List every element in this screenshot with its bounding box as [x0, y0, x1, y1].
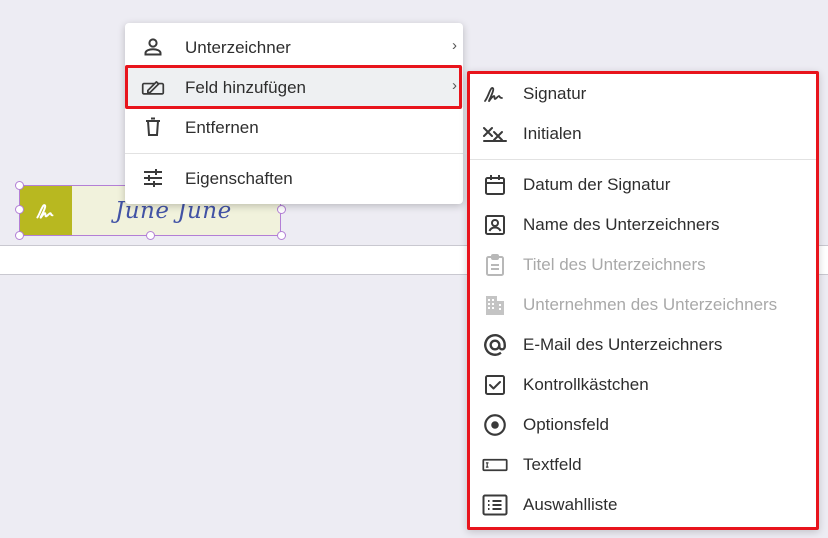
submenu-item-label: Textfeld [523, 455, 582, 474]
submenu-item-signer-name[interactable]: Name des Unterzeichners [470, 205, 816, 245]
submenu-item-label: Name des Unterzeichners [523, 215, 720, 234]
submenu-item-label: E-Mail des Unterzeichners [523, 335, 723, 354]
submenu-divider [470, 159, 816, 160]
sliders-icon [141, 166, 165, 190]
submenu-item-label: Datum der Signatur [523, 175, 671, 194]
submenu-item-label: Titel des Unterzeichners [523, 255, 706, 274]
submenu-item-textfield[interactable]: Textfeld [470, 445, 816, 485]
submenu-item-signer-title[interactable]: Titel des Unterzeichners [470, 245, 816, 285]
submenu-item-initials[interactable]: Initialen [470, 114, 816, 154]
submenu-item-signature[interactable]: Signatur [470, 74, 816, 114]
clipboard-icon [482, 253, 508, 277]
initials-icon [482, 122, 508, 146]
checkbox-icon [482, 373, 508, 397]
name-badge-icon [482, 213, 508, 237]
add-field-icon [141, 75, 165, 99]
calendar-icon [482, 173, 508, 197]
menu-item-label: Feld hinzufügen [185, 78, 306, 97]
menu-item-label: Eigenschaften [185, 169, 293, 188]
submenu-item-label: Auswahlliste [523, 495, 618, 514]
resize-handle-top-left[interactable] [15, 181, 24, 190]
menu-item-label: Entfernen [185, 118, 259, 137]
menu-item-remove[interactable]: Entfernen [125, 107, 463, 147]
menu-item-signer[interactable]: Unterzeichner › [125, 27, 463, 67]
submenu-item-signer-email[interactable]: E-Mail des Unterzeichners [470, 325, 816, 365]
submenu-item-label: Initialen [523, 124, 582, 143]
submenu-item-label: Signatur [523, 84, 587, 103]
building-icon [482, 293, 508, 317]
menu-item-add-field[interactable]: Feld hinzufügen › [125, 67, 463, 107]
resize-handle-bottom[interactable] [146, 231, 155, 240]
submenu-item-radio[interactable]: Optionsfeld [470, 405, 816, 445]
menu-item-label: Unterzeichner [185, 38, 291, 57]
submenu-item-dropdown-list[interactable]: Auswahlliste [470, 485, 816, 525]
resize-handle-left[interactable] [15, 205, 24, 214]
context-menu: Unterzeichner › Feld hinzufügen › Entfer… [125, 23, 463, 204]
signature-icon [482, 82, 508, 106]
resize-handle-bottom-left[interactable] [15, 231, 24, 240]
submenu-item-label: Kontrollkästchen [523, 375, 649, 394]
signature-badge [20, 186, 72, 235]
list-icon [482, 493, 508, 517]
submenu-item-label: Optionsfeld [523, 415, 609, 434]
radio-icon [482, 413, 508, 437]
submenu-item-signing-date[interactable]: Datum der Signatur [470, 165, 816, 205]
submenu-item-checkbox[interactable]: Kontrollkästchen [470, 365, 816, 405]
menu-divider [125, 153, 463, 154]
chevron-right-icon: › [452, 37, 457, 54]
resize-handle-right[interactable] [277, 205, 286, 214]
submenu-item-signer-company[interactable]: Unternehmen des Unterzeichners [470, 285, 816, 325]
menu-item-properties[interactable]: Eigenschaften [125, 158, 463, 198]
submenu-item-label: Unternehmen des Unterzeichners [523, 295, 778, 314]
trash-icon [141, 115, 165, 139]
chevron-right-icon: › [452, 77, 457, 94]
person-icon [141, 35, 165, 59]
resize-handle-bottom-right[interactable] [277, 231, 286, 240]
signature-icon [33, 198, 59, 224]
textfield-icon [482, 453, 508, 477]
add-field-submenu: Signatur Initialen Datum der Signatur Na… [467, 71, 819, 530]
at-icon [482, 333, 508, 357]
